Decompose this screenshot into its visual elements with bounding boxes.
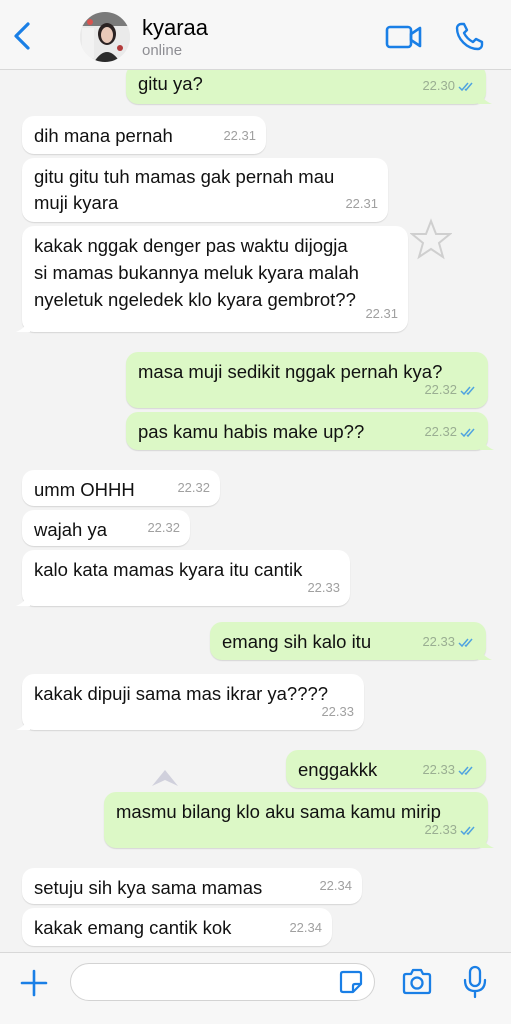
message-text: dih mana pernah	[34, 125, 173, 146]
message-time: 22.31	[365, 306, 398, 321]
video-call-button[interactable]	[384, 22, 424, 52]
message-meta: 22.32	[424, 376, 478, 404]
message-meta: 22.33	[422, 628, 476, 656]
avatar-photo	[80, 12, 130, 62]
message-meta: 22.31	[223, 122, 256, 150]
read-receipt-icon	[460, 386, 475, 395]
camera-button[interactable]	[400, 967, 434, 997]
message-bubble-incoming[interactable]: kakak emang cantik kok 22.34	[22, 908, 332, 946]
bubble-tail	[16, 716, 30, 730]
message-bubble-incoming[interactable]: kakak nggak denger pas waktu dijogja si …	[16, 226, 408, 332]
message-time: 22.32	[177, 480, 210, 495]
message-text: kakak nggak denger pas waktu dijogja si …	[34, 235, 359, 310]
message-time: 22.33	[321, 704, 354, 719]
message-meta: 22.33	[321, 698, 354, 726]
message-bubble-incoming[interactable]: kalo kata mamas kyara itu cantik 22.33	[16, 550, 350, 606]
voice-call-button[interactable]	[452, 20, 486, 54]
message-time: 22.32	[424, 424, 457, 439]
read-receipt-icon	[458, 638, 473, 647]
bubble-tail	[16, 592, 30, 606]
bubble-tail	[478, 90, 492, 104]
message-text: kakak dipuji sama mas ikrar ya????	[34, 683, 329, 704]
plus-icon	[20, 969, 48, 997]
video-camera-icon	[385, 25, 422, 49]
message-meta: 22.30	[422, 72, 476, 100]
message-meta: 22.32	[147, 514, 180, 542]
star-doodle-icon	[410, 218, 452, 260]
bubble-tail	[480, 436, 494, 450]
message-list[interactable]: gitu ya? 22.30 dih mana pernah 22.31 git…	[0, 70, 511, 952]
message-text: kakak emang cantik kok	[34, 917, 232, 938]
message-meta: 22.33	[422, 756, 476, 784]
phone-icon	[455, 22, 484, 51]
message-time: 22.34	[319, 878, 352, 893]
message-time: 22.33	[307, 580, 340, 595]
message-bubble-incoming[interactable]: kakak dipuji sama mas ikrar ya???? 22.33	[16, 674, 364, 730]
message-meta: 22.31	[345, 190, 378, 218]
read-receipt-icon	[460, 826, 475, 835]
message-meta: 22.33	[424, 816, 478, 844]
message-bubble-outgoing[interactable]: masa muji sedikit nggak pernah kya? 22.3…	[126, 352, 488, 408]
message-time: 22.31	[345, 196, 378, 211]
message-meta: 22.32	[177, 474, 210, 502]
read-receipt-icon	[460, 428, 475, 437]
microphone-icon	[463, 965, 487, 999]
message-bubble-outgoing[interactable]: gitu ya? 22.30	[126, 70, 492, 104]
message-bubble-incoming[interactable]: umm OHHH 22.32	[22, 470, 220, 506]
message-text: setuju sih kya sama mamas	[34, 877, 263, 898]
message-time: 22.32	[424, 382, 457, 397]
message-time: 22.31	[223, 128, 256, 143]
message-time: 22.32	[147, 520, 180, 535]
chat-header: kyaraa online	[0, 0, 511, 70]
message-composer	[0, 952, 511, 1024]
message-bubble-incoming[interactable]: dih mana pernah 22.31	[22, 116, 266, 154]
message-bubble-outgoing[interactable]: emang sih kalo itu 22.33	[210, 622, 492, 660]
message-time: 22.33	[424, 822, 457, 837]
message-bubble-outgoing[interactable]: masmu bilang klo aku sama kamu mirip 22.…	[104, 792, 494, 848]
sticker-button[interactable]	[338, 969, 364, 995]
message-text: gitu gitu tuh mamas gak pernah mau muji …	[34, 166, 335, 213]
read-receipt-icon	[458, 766, 473, 775]
avatar[interactable]	[80, 12, 130, 62]
chevron-left-icon	[14, 22, 30, 50]
message-time: 22.33	[422, 762, 455, 777]
contact-status: online	[142, 42, 183, 59]
microphone-button[interactable]	[462, 965, 488, 999]
message-time: 22.34	[289, 920, 322, 935]
message-bubble-outgoing[interactable]: pas kamu habis make up?? 22.32	[126, 412, 494, 450]
back-button[interactable]	[8, 18, 38, 54]
bubble-tail	[478, 646, 492, 660]
message-bubble-incoming[interactable]: gitu gitu tuh mamas gak pernah mau muji …	[22, 158, 388, 222]
message-time: 22.33	[422, 634, 455, 649]
message-bubble-incoming[interactable]: setuju sih kya sama mamas 22.34	[22, 868, 362, 904]
camera-icon	[402, 968, 432, 995]
message-meta: 22.33	[307, 574, 340, 602]
bubble-tail	[16, 318, 30, 332]
message-meta: 22.34	[319, 872, 352, 900]
sticker-icon	[339, 970, 363, 994]
message-input[interactable]	[70, 963, 375, 1001]
message-meta: 22.32	[424, 418, 478, 446]
message-time: 22.30	[422, 78, 455, 93]
read-receipt-icon	[458, 82, 473, 91]
contact-name[interactable]: kyaraa	[142, 15, 208, 41]
message-bubble-incoming[interactable]: wajah ya 22.32	[22, 510, 190, 546]
bubble-tail	[480, 834, 494, 848]
message-text: kalo kata mamas kyara itu cantik	[34, 559, 303, 580]
star-doodle-icon	[152, 770, 178, 786]
message-meta: 22.34	[289, 914, 322, 942]
attach-button[interactable]	[18, 967, 50, 999]
message-meta: 22.31	[365, 300, 398, 328]
message-text: masmu bilang klo aku sama kamu mirip	[116, 801, 441, 822]
message-bubble-outgoing[interactable]: enggakkk 22.33	[286, 750, 486, 788]
